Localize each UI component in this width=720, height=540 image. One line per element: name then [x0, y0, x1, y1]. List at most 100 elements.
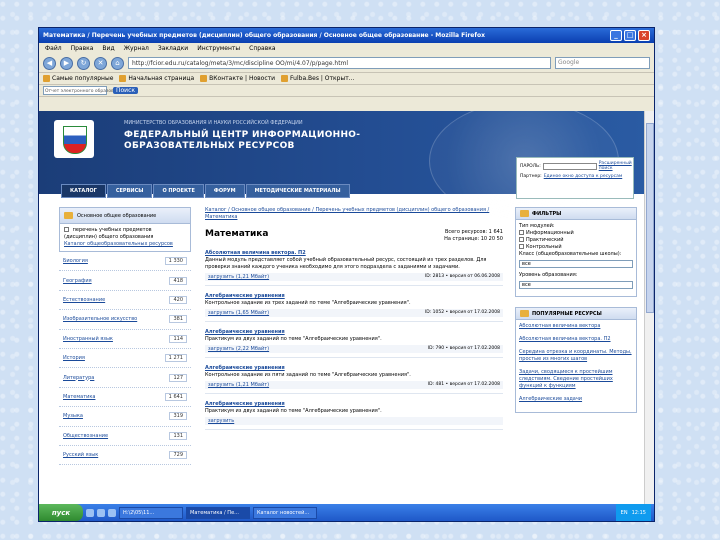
subject-row[interactable]: Литература 127: [59, 368, 191, 388]
checkbox[interactable]: [519, 230, 524, 235]
resource-item: Алгебраические уравнения Контрольное зад…: [205, 364, 503, 394]
tab-about[interactable]: О ПРОЕКТЕ: [153, 184, 204, 198]
login-input[interactable]: [542, 162, 597, 170]
partner-link[interactable]: Единое окно доступа к ресурсам: [544, 174, 623, 179]
menu-help[interactable]: Справка: [249, 45, 275, 52]
popular-link[interactable]: Абсолютная величина вектора: [519, 323, 633, 330]
resource-info: ID: 2813 • версия от 06.06.2008: [424, 274, 500, 279]
breadcrumb[interactable]: Каталог / Основное общее образование / П…: [205, 207, 503, 221]
popular-list: Абсолютная величина вектора Абсолютная ве…: [515, 320, 637, 413]
taskbar-item[interactable]: Н:\2\05\11...: [119, 506, 183, 519]
quicklaunch-icon[interactable]: [86, 508, 94, 517]
search-engine-input[interactable]: Google: [555, 57, 650, 69]
subject-link[interactable]: Иностранный язык: [63, 336, 113, 342]
catalog-link[interactable]: Каталог общеобразовательных ресурсов: [64, 241, 173, 247]
level-select[interactable]: все: [519, 281, 633, 289]
subject-link[interactable]: Русский язык: [63, 452, 98, 458]
subject-row[interactable]: Изобразительное искусство 381: [59, 310, 191, 330]
type-option[interactable]: Практический: [519, 237, 633, 244]
subject-link[interactable]: Музыка: [63, 413, 83, 419]
subject-link[interactable]: Естествознание: [63, 297, 105, 303]
quicklaunch-icon[interactable]: [97, 508, 105, 517]
minimize-button[interactable]: _: [610, 30, 622, 41]
subject-link[interactable]: География: [63, 278, 92, 284]
menu-file[interactable]: Файл: [45, 45, 62, 52]
reload-button[interactable]: ↻: [77, 56, 90, 70]
subject-link[interactable]: Изобразительное искусство: [63, 316, 137, 322]
download-link[interactable]: загрузить (1,21 Мбайт): [208, 382, 269, 388]
subject-count: 1 641: [164, 392, 187, 401]
bookmark-item[interactable]: ВКонтакте | Новости: [200, 75, 275, 82]
menu-history[interactable]: Журнал: [124, 45, 149, 52]
menu-edit[interactable]: Правка: [71, 45, 94, 52]
start-button[interactable]: пуск: [39, 504, 83, 521]
toolbar-search-button[interactable]: Поиск: [113, 87, 139, 94]
subject-row[interactable]: Биология 1 330: [59, 252, 191, 272]
menu-tools[interactable]: Инструменты: [197, 45, 240, 52]
advanced-search-link[interactable]: Расширенный поиск: [599, 161, 632, 171]
bookmark-item[interactable]: Fulba.Bes | Открыт...: [281, 75, 354, 82]
checkbox[interactable]: [519, 237, 524, 242]
checkbox[interactable]: [519, 244, 524, 249]
star-icon: [520, 310, 529, 317]
subject-row[interactable]: География 418: [59, 271, 191, 291]
resource-title[interactable]: Абсолютная величина вектора. П2: [205, 249, 503, 257]
subject-count: 1 271: [164, 354, 187, 363]
tab-services[interactable]: СЕРВИСЫ: [106, 184, 153, 198]
tab-methodical[interactable]: МЕТОДИЧЕСКИЕ МАТЕРИАЛЫ: [245, 184, 350, 198]
popular-link[interactable]: Задачи, сводящиеся к простейшим следстви…: [519, 369, 633, 390]
resource-item: Алгебраические уравнения Контрольное зад…: [205, 292, 503, 322]
subject-row[interactable]: Русский язык 729: [59, 446, 191, 466]
tab-forum[interactable]: ФОРУМ: [204, 184, 245, 198]
download-link[interactable]: загрузить (2,22 Мбайт): [208, 346, 269, 352]
site-logo[interactable]: [54, 120, 94, 158]
popular-link[interactable]: Абсолютная величина вектора. П2: [519, 336, 633, 343]
back-button[interactable]: ◀: [43, 56, 56, 70]
taskbar-item-active[interactable]: Математика / Пе...: [186, 506, 250, 519]
menu-view[interactable]: Вид: [102, 45, 114, 52]
popular-link[interactable]: Середина отрезка и координаты. Методы, п…: [519, 349, 633, 363]
download-link[interactable]: загрузить (1,21 Мбайт): [208, 274, 269, 280]
address-bar[interactable]: http://fcior.edu.ru/catalog/meta/3/mc/di…: [128, 57, 551, 69]
bookmark-item[interactable]: Самые популярные: [43, 75, 113, 82]
close-button[interactable]: ×: [638, 30, 650, 41]
forward-button[interactable]: ▶: [60, 56, 73, 70]
resource-title[interactable]: Алгебраические уравнения: [205, 364, 503, 372]
type-option[interactable]: Информационный: [519, 230, 633, 237]
subject-row[interactable]: История 1 271: [59, 349, 191, 369]
toolbar-search-input[interactable]: Отчет электронного образова: [43, 86, 117, 95]
vertical-scrollbar[interactable]: [644, 111, 654, 504]
class-select[interactable]: все: [519, 260, 633, 268]
subject-link[interactable]: Биология: [63, 258, 88, 264]
resource-title[interactable]: Алгебраические уравнения: [205, 328, 503, 336]
subject-link[interactable]: Математика: [63, 394, 95, 400]
subject-count: 420: [169, 295, 187, 304]
subject-row[interactable]: Музыка 319: [59, 407, 191, 427]
language-indicator[interactable]: EN: [621, 510, 628, 516]
tab-catalog[interactable]: КАТАЛОГ: [61, 184, 106, 198]
download-link[interactable]: загрузить: [208, 418, 234, 424]
quicklaunch-icon[interactable]: [108, 508, 116, 517]
taskbar-item[interactable]: Каталог новостей...: [253, 506, 317, 519]
subject-count: 114: [169, 334, 187, 343]
home-button[interactable]: ⌂: [111, 56, 124, 70]
popular-link[interactable]: Алгебраические задачи: [519, 396, 633, 403]
stop-button[interactable]: ✕: [94, 56, 107, 70]
subject-row[interactable]: Естествознание 420: [59, 291, 191, 311]
subject-row[interactable]: Математика 1 641: [59, 388, 191, 408]
checkbox[interactable]: [64, 227, 69, 232]
subject-row[interactable]: Обществознание 131: [59, 427, 191, 446]
subject-link[interactable]: История: [63, 355, 85, 361]
subject-row[interactable]: Иностранный язык 114: [59, 330, 191, 349]
type-option[interactable]: Контрольный: [519, 244, 633, 251]
menu-bookmarks[interactable]: Закладки: [158, 45, 188, 52]
subject-link[interactable]: Обществознание: [63, 433, 108, 439]
subject-link[interactable]: Литература: [63, 375, 94, 381]
resource-title[interactable]: Алгебраические уравнения: [205, 292, 503, 300]
download-link[interactable]: загрузить (1,65 Мбайт): [208, 310, 269, 316]
scrollbar-thumb[interactable]: [646, 123, 654, 313]
bookmarks-bar: Самые популярные Начальная страница ВКон…: [39, 73, 654, 85]
bookmark-item[interactable]: Начальная страница: [119, 75, 194, 82]
maximize-button[interactable]: □: [624, 30, 636, 41]
resource-title[interactable]: Алгебраические уравнения: [205, 400, 503, 408]
